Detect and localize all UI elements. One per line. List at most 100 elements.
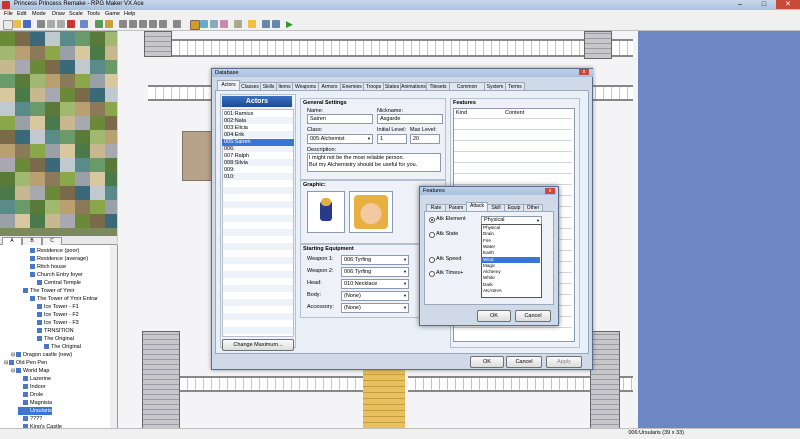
actor-list-item[interactable]: 005:Sairen [222, 139, 294, 146]
element-option[interactable]: Wind [481, 256, 540, 263]
map-tree-item[interactable]: The Original [32, 335, 74, 343]
tileset-tile[interactable] [90, 186, 105, 200]
equipment-select[interactable]: (None) [341, 291, 409, 301]
tileset-tile[interactable] [45, 60, 60, 74]
apply-button[interactable]: Apply [546, 356, 582, 368]
pencil-icon[interactable] [119, 20, 127, 28]
max-level-field[interactable]: 20 [410, 134, 440, 144]
fullscreen-icon[interactable] [262, 20, 270, 28]
close-button[interactable]: ✕ [776, 0, 800, 9]
minimize-button[interactable]: – [728, 0, 752, 9]
features-cancel-button[interactable]: Cancel [515, 310, 551, 322]
menu-mode[interactable]: Mode [32, 10, 46, 19]
tileset-tile[interactable] [75, 46, 90, 60]
radio-button[interactable] [429, 271, 435, 277]
map-tree-item[interactable]: The Tower of Ymir [18, 287, 74, 295]
tileset-tile[interactable] [105, 158, 117, 172]
tileset-tile[interactable] [0, 116, 15, 130]
tileset-tile[interactable] [75, 32, 90, 46]
tileset-tile[interactable] [75, 60, 90, 74]
element-option[interactable]: Alchemy [481, 269, 540, 275]
playtest-icon[interactable]: ▶ [286, 20, 294, 29]
tileset-tile[interactable] [105, 200, 117, 214]
tileset-tile[interactable] [60, 46, 75, 60]
tileset-tile[interactable] [45, 74, 60, 88]
tileset-tile[interactable] [45, 130, 60, 144]
tileset-tile[interactable] [30, 88, 45, 102]
tileset-tile[interactable] [60, 74, 75, 88]
cut-icon[interactable] [37, 20, 45, 28]
tileset-tile[interactable] [30, 32, 45, 46]
character-sprite-frame[interactable] [307, 191, 345, 233]
tileset-tile[interactable] [30, 46, 45, 60]
tileset-tile[interactable] [15, 130, 30, 144]
actor-list-item[interactable]: 003:Elicia [222, 125, 294, 132]
map-tree-item[interactable]: ⊟ Dragon castle (new) [11, 351, 72, 359]
tileset-tile[interactable] [0, 60, 15, 74]
tileset-tile[interactable] [75, 172, 90, 186]
resource-manager-icon[interactable] [200, 20, 208, 28]
map-tree-item[interactable]: The Original [39, 343, 81, 351]
tileset-tile[interactable] [60, 158, 75, 172]
tileset-tile[interactable] [105, 116, 117, 130]
ok-button[interactable]: OK [470, 356, 504, 368]
tileset-tile[interactable] [30, 74, 45, 88]
element-option[interactable]: Fire [481, 238, 540, 244]
map-tree-item[interactable]: Ice Tower - F1 [32, 303, 79, 311]
zoom-icon[interactable] [173, 20, 181, 28]
tileset-tile[interactable] [105, 102, 117, 116]
fill-icon[interactable] [149, 20, 157, 28]
tileset-tile[interactable] [105, 172, 117, 186]
tileset-tile[interactable] [30, 130, 45, 144]
tileset-tile[interactable] [15, 46, 30, 60]
tileset-tile[interactable] [15, 116, 30, 130]
tileset-tile[interactable] [45, 102, 60, 116]
tileset-tile[interactable] [30, 172, 45, 186]
tileset-tile[interactable] [45, 46, 60, 60]
element-option[interactable]: AKASHA [481, 288, 540, 294]
tileset-tile[interactable] [0, 172, 15, 186]
map-tree-item[interactable]: Drole [18, 391, 43, 399]
tileset-tile[interactable] [45, 158, 60, 172]
tileset-tile[interactable] [75, 102, 90, 116]
tileset-tile[interactable] [15, 200, 30, 214]
tileset-tile[interactable] [15, 172, 30, 186]
tileset-tile[interactable] [90, 116, 105, 130]
tileset-tile[interactable] [90, 60, 105, 74]
tileset-palette[interactable] [0, 31, 117, 236]
tileset-tile[interactable] [105, 144, 117, 158]
tileset-tile[interactable] [60, 186, 75, 200]
tileset-tile[interactable] [60, 102, 75, 116]
tileset-tile[interactable] [15, 74, 30, 88]
tileset-tile[interactable] [75, 158, 90, 172]
map-tree-item[interactable]: Lazerine [18, 375, 51, 383]
map-tree-item[interactable]: ⊟ Old Pen Pen [4, 359, 47, 367]
tileset-tile[interactable] [75, 130, 90, 144]
map-tree-item[interactable]: ???? [18, 415, 42, 423]
equipment-select[interactable]: 006:Tyrfing [341, 267, 409, 277]
tileset-tile[interactable] [45, 186, 60, 200]
tileset-tile[interactable] [15, 32, 30, 46]
tileset-tile[interactable] [90, 144, 105, 158]
tileset-tile[interactable] [45, 214, 60, 228]
element-option[interactable]: Water [481, 244, 540, 250]
maximize-button[interactable]: □ [752, 0, 776, 9]
undo-icon[interactable] [80, 20, 88, 28]
equipment-select[interactable]: (None) [341, 303, 409, 313]
tileset-tile[interactable] [60, 116, 75, 130]
tileset-tile[interactable] [60, 200, 75, 214]
actor-list-item[interactable]: 008:Silvia [222, 160, 294, 167]
tileset-tile[interactable] [105, 46, 117, 60]
map-tree-item[interactable]: Residence (poor) [25, 247, 79, 255]
tileset-tile[interactable] [30, 144, 45, 158]
radio-button[interactable] [429, 217, 435, 223]
tileset-tile[interactable] [105, 186, 117, 200]
map-tree-item[interactable]: Ice Tower - F2 [32, 311, 79, 319]
tileset-tile[interactable] [45, 144, 60, 158]
tileset-tile[interactable] [15, 88, 30, 102]
shadow-pen-icon[interactable] [159, 20, 167, 28]
rectangle-icon[interactable] [129, 20, 137, 28]
map-tree-item[interactable]: Central Temple [32, 279, 81, 287]
menu-tools[interactable]: Tools [87, 10, 100, 19]
tileset-tile[interactable] [90, 46, 105, 60]
